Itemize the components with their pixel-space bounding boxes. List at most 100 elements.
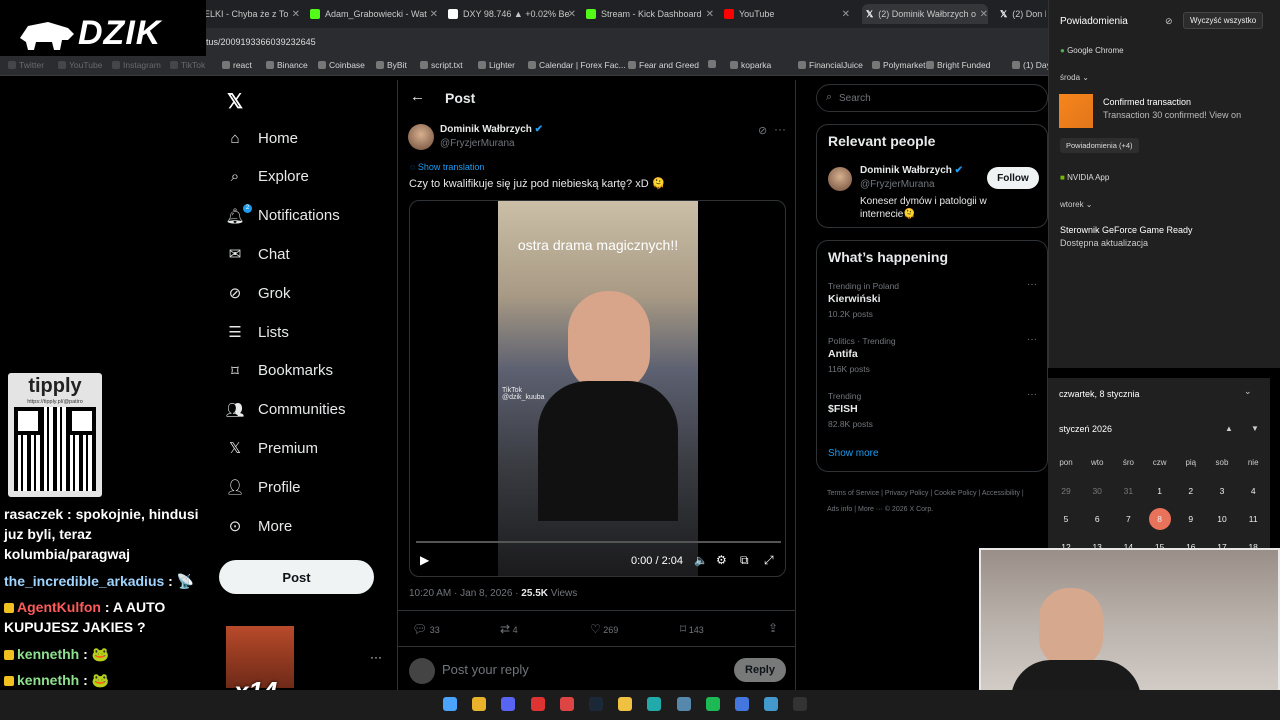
nav-item-lists[interactable]: ☰ Lists — [226, 318, 289, 346]
dnd-icon[interactable]: ⊘ — [1165, 16, 1173, 27]
discord-icon[interactable] — [501, 697, 516, 711]
post-more-icon[interactable]: ··· — [774, 122, 786, 136]
calendar-day[interactable]: 3 — [1209, 486, 1235, 496]
nav-item-explore[interactable]: ⌕ Explore — [226, 163, 309, 191]
close-tab-icon[interactable]: ✕ — [706, 9, 714, 20]
bookmark-item[interactable]: Bright Funded — [926, 60, 990, 70]
person-name[interactable]: Dominik Wałbrzych ✔ — [860, 165, 963, 176]
bookmark-action[interactable]: ⌑ 143 — [680, 622, 704, 636]
back-arrow-icon[interactable]: ← — [410, 88, 425, 105]
bookmark-item[interactable]: YouTube — [58, 60, 102, 70]
calendar-month[interactable]: styczeń 2026 — [1059, 424, 1112, 434]
terminal-icon[interactable] — [793, 697, 808, 711]
grok-icon[interactable]: ⊘ — [758, 124, 767, 137]
nav-item-notifications[interactable]: 🔔︎ Notifications 2 — [225, 202, 340, 230]
browser-tab[interactable]: 𝕏(2) Don K — [1000, 4, 1046, 24]
clear-all-button[interactable]: Wyczyść wszystko — [1183, 12, 1264, 29]
group-label[interactable]: wtorek ⌄ — [1060, 200, 1093, 209]
trend-more-icon[interactable]: ··· — [1027, 334, 1037, 345]
close-tab-icon[interactable]: ✕ — [292, 9, 300, 20]
photos-icon[interactable] — [764, 697, 779, 711]
app-icon[interactable] — [676, 697, 691, 711]
nav-item-chat[interactable]: ✉ Chat — [226, 240, 290, 268]
bookmark-item[interactable]: Coinbase — [318, 60, 365, 70]
prev-month-icon[interactable]: ▲ — [1225, 424, 1233, 433]
calendar-day[interactable]: 7 — [1115, 514, 1141, 524]
calendar-day[interactable]: 8 — [1148, 508, 1171, 530]
calendar-day[interactable]: 6 — [1084, 514, 1110, 524]
follow-button[interactable]: Follow — [987, 167, 1039, 189]
bookmark-item[interactable]: Lighter — [478, 60, 515, 70]
app-icon[interactable] — [735, 697, 749, 711]
bookmark-item[interactable] — [708, 60, 719, 68]
calendar-day[interactable]: 29 — [1053, 486, 1079, 496]
nav-item-bookmarks[interactable]: ⌑ Bookmarks — [226, 357, 333, 385]
share-icon[interactable]: ⇪ — [768, 621, 778, 635]
show-more-link[interactable]: Show more — [828, 448, 879, 459]
person-avatar[interactable] — [828, 167, 852, 191]
close-tab-icon[interactable]: ✕ — [842, 9, 850, 20]
nav-item-communities[interactable]: 👥︎ Communities — [225, 396, 345, 424]
close-tab-icon[interactable]: ✕ — [980, 9, 988, 20]
play-icon[interactable]: ▶ — [420, 553, 429, 567]
bookmark-item[interactable]: Twitter — [8, 60, 44, 70]
settings-gear-icon[interactable]: ⚙ — [716, 553, 727, 567]
collapse-icon[interactable]: ⌄ — [1244, 386, 1252, 397]
footer-links[interactable]: Terms of Service | Privacy Policy | Cook… — [827, 486, 1027, 518]
nav-item-profile[interactable]: 👤︎ Profile — [225, 473, 300, 501]
nav-item-home[interactable]: ⌂ Home — [226, 124, 298, 152]
calendar-day[interactable]: 4 — [1240, 486, 1266, 496]
repost-action[interactable]: ⇄ 4 — [500, 622, 518, 636]
notification-body[interactable]: Dostępna aktualizacja — [1060, 238, 1148, 248]
reply-button[interactable]: Reply — [734, 658, 786, 682]
more-notifications-button[interactable]: Powiadomienia (+4) — [1060, 138, 1139, 153]
search-input[interactable]: ⌕ Search — [816, 84, 1048, 112]
show-translation-link[interactable]: ◌ Show translation — [410, 162, 484, 172]
calendar-day[interactable]: 2 — [1178, 486, 1204, 496]
nav-item-premium[interactable]: 𝕏 Premium — [226, 434, 318, 462]
spotify-icon[interactable] — [705, 697, 720, 711]
bookmark-item[interactable]: FinancialJuice — [798, 60, 863, 70]
volume-icon[interactable]: 🔈 — [694, 554, 708, 567]
trend-more-icon[interactable]: ··· — [1027, 279, 1037, 290]
calendar-day[interactable]: 11 — [1240, 514, 1266, 524]
folder-icon[interactable] — [618, 697, 633, 711]
group-label[interactable]: środa ⌄ — [1060, 73, 1089, 82]
notification-body[interactable]: Transaction 30 confirmed! View on — [1103, 110, 1241, 120]
trend-more-icon[interactable]: ··· — [1027, 389, 1037, 400]
bookmark-item[interactable]: react — [222, 60, 252, 70]
bookmark-item[interactable]: Fear and Greed — [628, 60, 699, 70]
calendar-day[interactable]: 10 — [1209, 514, 1235, 524]
browser-tab[interactable]: YouTube ✕ — [724, 4, 850, 24]
bookmark-item[interactable]: Instagram — [112, 60, 161, 70]
browser-tab[interactable]: Stream - Kick Dashboard ✕ — [586, 4, 714, 24]
reply-action[interactable]: 💬︎ 33 — [412, 622, 440, 636]
calendar-day[interactable]: 31 — [1115, 486, 1141, 496]
video-progress-bar[interactable] — [416, 541, 781, 543]
bookmark-item[interactable]: ByBit — [376, 60, 407, 70]
bookmark-item[interactable]: Calendar | Forex Fac... — [528, 60, 626, 70]
calendar-day[interactable]: 1 — [1147, 486, 1173, 496]
nav-item-more[interactable]: ⊙ More — [226, 512, 292, 540]
author-name[interactable]: Dominik Wałbrzych ✔ — [440, 124, 543, 135]
calendar-day[interactable]: 30 — [1084, 486, 1110, 496]
like-action[interactable]: ♡ 269 — [590, 622, 618, 636]
steam-icon[interactable] — [589, 697, 603, 711]
bookmark-item[interactable]: koparka — [730, 60, 771, 70]
calendar-day[interactable]: 9 — [1178, 514, 1204, 524]
account-more-icon[interactable]: ··· — [370, 650, 382, 664]
bookmark-item[interactable]: Polymarket — [872, 60, 926, 70]
chrome-icon[interactable] — [472, 697, 487, 711]
browser-tab-active[interactable]: 𝕏 (2) Dominik Wałbrzych o ✕ — [862, 4, 988, 24]
close-tab-icon[interactable]: ✕ — [430, 9, 438, 20]
trend-item[interactable]: Trending $FISH 82.8K posts ··· — [828, 389, 1038, 439]
app-icon[interactable] — [530, 697, 545, 711]
next-month-icon[interactable]: ▼ — [1251, 424, 1259, 433]
pip-icon[interactable]: ⧉ — [740, 553, 749, 568]
browser-tab[interactable]: DXY 98.746 ▲ +0.02% Be ✕ — [448, 4, 576, 24]
trend-item[interactable]: Trending in Poland Kierwiński 10.2K posts ·… — [828, 279, 1038, 329]
browser-tab[interactable]: ELKI - Chyba że z To ✕ — [204, 4, 300, 24]
windows-start-icon[interactable] — [443, 697, 457, 711]
bookmark-item[interactable]: script.txt — [420, 60, 463, 70]
bookmark-item[interactable]: TikTok — [170, 60, 205, 70]
